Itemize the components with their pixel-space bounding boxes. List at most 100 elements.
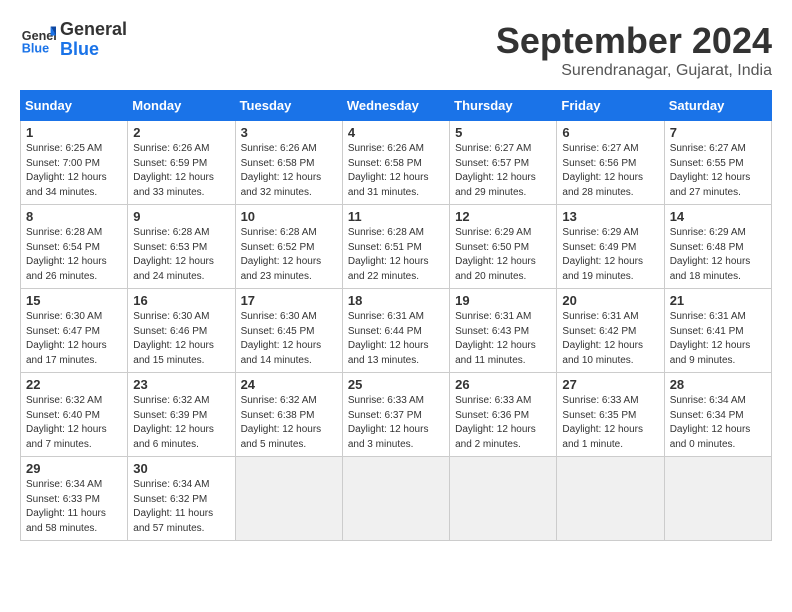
day-info: Sunrise: 6:33 AM Sunset: 6:36 PM Dayligh… (455, 394, 551, 452)
day-number: 17 (241, 293, 337, 308)
day-info: Sunrise: 6:29 AM Sunset: 6:48 PM Dayligh… (670, 226, 766, 284)
day-number: 27 (562, 377, 658, 392)
day-info: Sunrise: 6:30 AM Sunset: 6:45 PM Dayligh… (241, 310, 337, 368)
day-number: 22 (26, 377, 122, 392)
day-number: 24 (241, 377, 337, 392)
calendar-cell: 6 Sunrise: 6:27 AM Sunset: 6:56 PM Dayli… (557, 121, 664, 205)
day-number: 12 (455, 209, 551, 224)
day-info: Sunrise: 6:26 AM Sunset: 6:58 PM Dayligh… (241, 142, 337, 200)
day-info: Sunrise: 6:30 AM Sunset: 6:47 PM Dayligh… (26, 310, 122, 368)
calendar-cell: 20 Sunrise: 6:31 AM Sunset: 6:42 PM Dayl… (557, 289, 664, 373)
calendar-table: SundayMondayTuesdayWednesdayThursdayFrid… (20, 90, 772, 541)
weekday-header-monday: Monday (128, 91, 235, 121)
day-number: 7 (670, 125, 766, 140)
day-number: 15 (26, 293, 122, 308)
calendar-cell: 3 Sunrise: 6:26 AM Sunset: 6:58 PM Dayli… (235, 121, 342, 205)
weekday-header-tuesday: Tuesday (235, 91, 342, 121)
day-number: 19 (455, 293, 551, 308)
day-info: Sunrise: 6:34 AM Sunset: 6:34 PM Dayligh… (670, 394, 766, 452)
weekday-header-sunday: Sunday (21, 91, 128, 121)
calendar-cell: 8 Sunrise: 6:28 AM Sunset: 6:54 PM Dayli… (21, 205, 128, 289)
day-info: Sunrise: 6:27 AM Sunset: 6:57 PM Dayligh… (455, 142, 551, 200)
day-info: Sunrise: 6:25 AM Sunset: 7:00 PM Dayligh… (26, 142, 122, 200)
day-info: Sunrise: 6:26 AM Sunset: 6:58 PM Dayligh… (348, 142, 444, 200)
svg-text:Blue: Blue (22, 41, 49, 55)
day-info: Sunrise: 6:33 AM Sunset: 6:35 PM Dayligh… (562, 394, 658, 452)
calendar-week-2: 8 Sunrise: 6:28 AM Sunset: 6:54 PM Dayli… (21, 205, 772, 289)
calendar-cell: 5 Sunrise: 6:27 AM Sunset: 6:57 PM Dayli… (450, 121, 557, 205)
day-info: Sunrise: 6:31 AM Sunset: 6:43 PM Dayligh… (455, 310, 551, 368)
logo: General Blue General Blue (20, 20, 127, 60)
day-info: Sunrise: 6:28 AM Sunset: 6:53 PM Dayligh… (133, 226, 229, 284)
day-info: Sunrise: 6:31 AM Sunset: 6:42 PM Dayligh… (562, 310, 658, 368)
calendar-cell: 9 Sunrise: 6:28 AM Sunset: 6:53 PM Dayli… (128, 205, 235, 289)
day-number: 25 (348, 377, 444, 392)
weekday-header-friday: Friday (557, 91, 664, 121)
calendar-week-1: 1 Sunrise: 6:25 AM Sunset: 7:00 PM Dayli… (21, 121, 772, 205)
weekday-header-thursday: Thursday (450, 91, 557, 121)
calendar-cell: 17 Sunrise: 6:30 AM Sunset: 6:45 PM Dayl… (235, 289, 342, 373)
calendar-cell (557, 457, 664, 541)
calendar-cell: 24 Sunrise: 6:32 AM Sunset: 6:38 PM Dayl… (235, 373, 342, 457)
day-info: Sunrise: 6:32 AM Sunset: 6:38 PM Dayligh… (241, 394, 337, 452)
day-info: Sunrise: 6:32 AM Sunset: 6:39 PM Dayligh… (133, 394, 229, 452)
day-number: 8 (26, 209, 122, 224)
day-number: 4 (348, 125, 444, 140)
calendar-cell: 23 Sunrise: 6:32 AM Sunset: 6:39 PM Dayl… (128, 373, 235, 457)
calendar-cell: 19 Sunrise: 6:31 AM Sunset: 6:43 PM Dayl… (450, 289, 557, 373)
day-info: Sunrise: 6:27 AM Sunset: 6:55 PM Dayligh… (670, 142, 766, 200)
day-info: Sunrise: 6:31 AM Sunset: 6:44 PM Dayligh… (348, 310, 444, 368)
calendar-week-4: 22 Sunrise: 6:32 AM Sunset: 6:40 PM Dayl… (21, 373, 772, 457)
day-number: 3 (241, 125, 337, 140)
calendar-cell: 16 Sunrise: 6:30 AM Sunset: 6:46 PM Dayl… (128, 289, 235, 373)
calendar-cell: 14 Sunrise: 6:29 AM Sunset: 6:48 PM Dayl… (664, 205, 771, 289)
calendar-cell: 15 Sunrise: 6:30 AM Sunset: 6:47 PM Dayl… (21, 289, 128, 373)
month-title: September 2024 (496, 20, 772, 62)
calendar-cell: 18 Sunrise: 6:31 AM Sunset: 6:44 PM Dayl… (342, 289, 449, 373)
day-number: 20 (562, 293, 658, 308)
calendar-cell: 28 Sunrise: 6:34 AM Sunset: 6:34 PM Dayl… (664, 373, 771, 457)
calendar-cell (450, 457, 557, 541)
day-number: 30 (133, 461, 229, 476)
calendar-cell: 7 Sunrise: 6:27 AM Sunset: 6:55 PM Dayli… (664, 121, 771, 205)
calendar-cell (342, 457, 449, 541)
calendar-cell: 4 Sunrise: 6:26 AM Sunset: 6:58 PM Dayli… (342, 121, 449, 205)
logo-blue-text: Blue (60, 40, 127, 60)
day-number: 23 (133, 377, 229, 392)
calendar-cell: 10 Sunrise: 6:28 AM Sunset: 6:52 PM Dayl… (235, 205, 342, 289)
location: Surendranagar, Gujarat, India (496, 62, 772, 80)
page-header: General Blue General Blue September 2024… (20, 20, 772, 80)
logo-general-text: General (60, 20, 127, 40)
calendar-cell: 12 Sunrise: 6:29 AM Sunset: 6:50 PM Dayl… (450, 205, 557, 289)
day-info: Sunrise: 6:32 AM Sunset: 6:40 PM Dayligh… (26, 394, 122, 452)
weekday-header-saturday: Saturday (664, 91, 771, 121)
calendar-cell: 2 Sunrise: 6:26 AM Sunset: 6:59 PM Dayli… (128, 121, 235, 205)
day-number: 29 (26, 461, 122, 476)
day-number: 5 (455, 125, 551, 140)
title-block: September 2024 Surendranagar, Gujarat, I… (496, 20, 772, 80)
day-number: 14 (670, 209, 766, 224)
calendar-cell: 22 Sunrise: 6:32 AM Sunset: 6:40 PM Dayl… (21, 373, 128, 457)
day-number: 18 (348, 293, 444, 308)
day-number: 26 (455, 377, 551, 392)
day-info: Sunrise: 6:28 AM Sunset: 6:51 PM Dayligh… (348, 226, 444, 284)
day-info: Sunrise: 6:27 AM Sunset: 6:56 PM Dayligh… (562, 142, 658, 200)
calendar-cell: 25 Sunrise: 6:33 AM Sunset: 6:37 PM Dayl… (342, 373, 449, 457)
day-number: 9 (133, 209, 229, 224)
day-info: Sunrise: 6:28 AM Sunset: 6:52 PM Dayligh… (241, 226, 337, 284)
day-number: 2 (133, 125, 229, 140)
calendar-cell: 21 Sunrise: 6:31 AM Sunset: 6:41 PM Dayl… (664, 289, 771, 373)
calendar-week-3: 15 Sunrise: 6:30 AM Sunset: 6:47 PM Dayl… (21, 289, 772, 373)
day-number: 10 (241, 209, 337, 224)
calendar-cell (235, 457, 342, 541)
calendar-cell (664, 457, 771, 541)
day-number: 1 (26, 125, 122, 140)
day-info: Sunrise: 6:30 AM Sunset: 6:46 PM Dayligh… (133, 310, 229, 368)
day-number: 16 (133, 293, 229, 308)
day-number: 11 (348, 209, 444, 224)
calendar-week-5: 29 Sunrise: 6:34 AM Sunset: 6:33 PM Dayl… (21, 457, 772, 541)
calendar-cell: 13 Sunrise: 6:29 AM Sunset: 6:49 PM Dayl… (557, 205, 664, 289)
day-info: Sunrise: 6:34 AM Sunset: 6:32 PM Dayligh… (133, 478, 229, 536)
day-number: 6 (562, 125, 658, 140)
day-number: 13 (562, 209, 658, 224)
